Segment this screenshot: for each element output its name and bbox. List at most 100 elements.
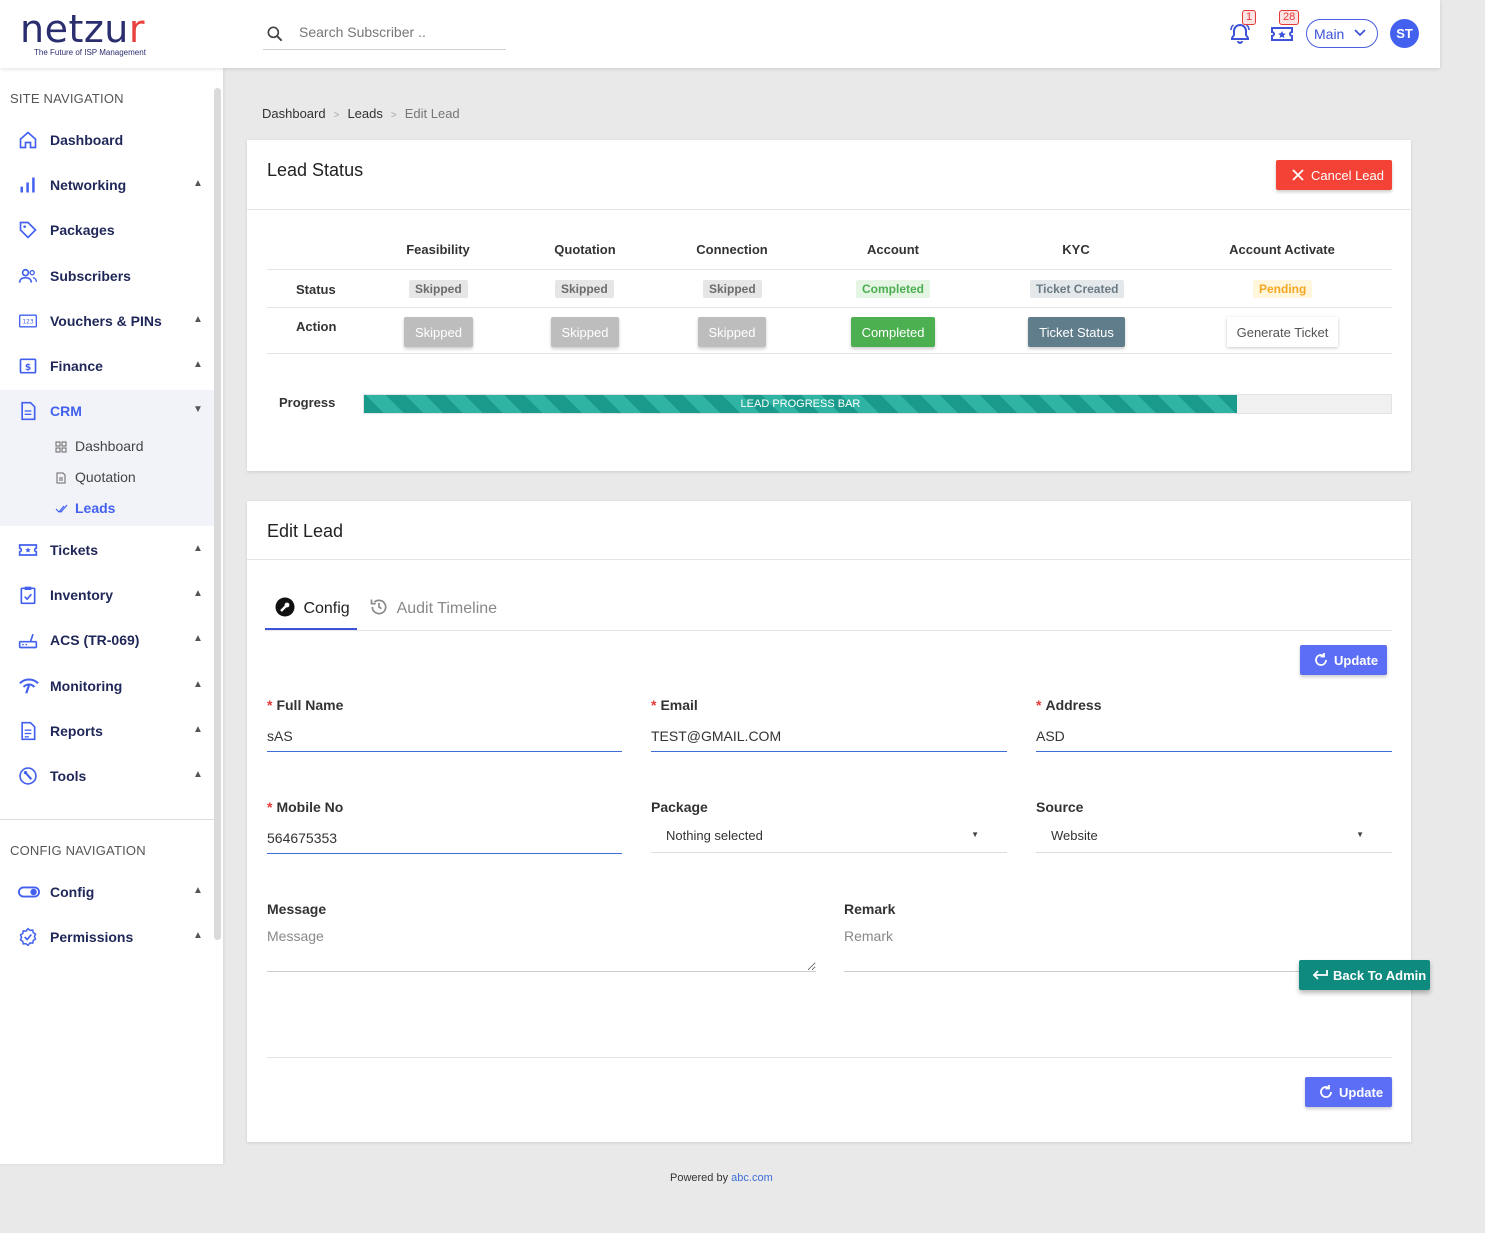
- breadcrumb-link-leads[interactable]: Leads: [347, 106, 382, 121]
- sidebar-item-crm[interactable]: CRM ▼: [0, 391, 214, 431]
- sidebar-subitem-leads[interactable]: Leads: [55, 498, 205, 522]
- breadcrumb-separator: >: [333, 110, 340, 121]
- sidebar-item-label: Tickets: [50, 542, 98, 558]
- back-to-admin-label: Back To Admin: [1333, 967, 1427, 983]
- home-icon: [18, 130, 38, 150]
- sidebar-item-acs[interactable]: ACS (TR-069) ▲: [0, 620, 214, 660]
- update-button-bottom[interactable]: Update: [1305, 1077, 1392, 1107]
- tickets-shortcut-button[interactable]: 28: [1269, 10, 1300, 49]
- ticket-status-button[interactable]: Ticket Status: [1028, 317, 1125, 347]
- source-label: Source: [1036, 799, 1084, 815]
- notification-count-badge: 1: [1242, 10, 1257, 25]
- tab-label: Config: [303, 600, 350, 617]
- sidebar-item-monitoring[interactable]: Monitoring ▲: [0, 666, 214, 706]
- message-textarea[interactable]: [267, 928, 816, 972]
- ticket-icon: [18, 540, 38, 560]
- ticket-count-badge: 28: [1279, 10, 1300, 25]
- breadcrumb-separator: >: [390, 110, 397, 121]
- site-navigation-title: SITE NAVIGATION: [10, 91, 124, 106]
- action-row-label: Action: [296, 319, 337, 334]
- column-header: Connection: [696, 242, 768, 257]
- router-icon: [18, 630, 38, 650]
- email-field[interactable]: [651, 720, 1007, 752]
- sidebar-item-tickets[interactable]: Tickets ▲: [0, 530, 214, 570]
- mobile-field[interactable]: [267, 822, 622, 854]
- status-row-label: Status: [296, 282, 336, 297]
- search-input[interactable]: [299, 24, 499, 40]
- full-name-label: * Full Name: [267, 697, 344, 713]
- brand-tagline: The Future of ISP Management: [34, 48, 146, 57]
- full-name-field[interactable]: [267, 720, 622, 752]
- wrench-icon: [275, 597, 295, 617]
- cancel-lead-button[interactable]: Cancel Lead: [1276, 160, 1392, 190]
- source-select[interactable]: Website ▼: [1036, 821, 1392, 853]
- sidebar-item-packages[interactable]: Packages: [0, 210, 214, 250]
- config-navigation-title: CONFIG NAVIGATION: [10, 843, 146, 858]
- expand-caret-icon: ▲: [193, 885, 203, 896]
- sidebar-item-networking[interactable]: Networking ▲: [0, 165, 214, 205]
- edit-lead-card: Edit Lead Config Audit Timeline Update *…: [247, 501, 1411, 1142]
- address-field[interactable]: [1036, 720, 1392, 752]
- sidebar-item-finance[interactable]: $ Finance ▲: [0, 346, 214, 386]
- expand-caret-icon: ▲: [193, 588, 203, 599]
- sidebar-item-label: Reports: [50, 723, 103, 739]
- back-to-admin-button[interactable]: Back To Admin: [1299, 960, 1430, 990]
- footer-link[interactable]: abc.com: [731, 1172, 773, 1184]
- progress-label: Progress: [279, 395, 336, 410]
- chevron-down-icon: [1354, 29, 1366, 37]
- brand-name: netzu: [20, 7, 129, 51]
- sidebar-scrollbar[interactable]: [214, 88, 221, 940]
- toggle-icon: [18, 882, 40, 902]
- status-badge-account: Completed: [856, 280, 931, 298]
- brand-logo[interactable]: netzur The Future of ISP Management: [20, 10, 146, 57]
- tag-icon: [18, 220, 38, 240]
- sidebar-divider: [0, 819, 214, 820]
- wifi-icon: [18, 676, 39, 696]
- sidebar-item-label: Permissions: [50, 929, 134, 945]
- package-select[interactable]: Nothing selected ▼: [651, 821, 1007, 853]
- quotation-skipped-button[interactable]: Skipped: [551, 317, 619, 347]
- voucher-icon: 123: [18, 311, 38, 331]
- package-selected-value: Nothing selected: [666, 828, 763, 843]
- account-completed-button[interactable]: Completed: [851, 317, 935, 347]
- feasibility-skipped-button[interactable]: Skipped: [404, 317, 473, 347]
- tools-icon: [18, 766, 38, 786]
- tab-audit-timeline[interactable]: Audit Timeline: [369, 597, 497, 618]
- sidebar-item-permissions[interactable]: Permissions ▲: [0, 917, 214, 957]
- expand-caret-icon: ▲: [193, 633, 203, 644]
- grid-icon: [55, 440, 67, 456]
- file-icon: [55, 471, 67, 487]
- dropdown-caret-icon: ▼: [971, 830, 979, 839]
- sidebar-item-vouchers-pins[interactable]: 123 Vouchers & PINs ▲: [0, 301, 214, 341]
- sidebar-item-label: Inventory: [50, 587, 114, 603]
- status-badge-quotation: Skipped: [555, 280, 614, 298]
- breadcrumb-link-dashboard[interactable]: Dashboard: [262, 106, 326, 121]
- sidebar-item-subscribers[interactable]: Subscribers: [0, 256, 214, 296]
- connection-skipped-button[interactable]: Skipped: [698, 317, 766, 347]
- sidebar-item-config[interactable]: Config ▲: [0, 872, 214, 912]
- sidebar-subitem-crm-dashboard[interactable]: Dashboard: [55, 436, 205, 460]
- dollar-icon: $: [18, 356, 38, 376]
- update-button-top[interactable]: Update: [1300, 645, 1387, 675]
- account-switcher[interactable]: Main: [1306, 19, 1378, 48]
- table-divider: [267, 307, 1392, 308]
- tab-config[interactable]: Config: [275, 597, 350, 618]
- sidebar-item-dashboard[interactable]: Dashboard: [0, 120, 214, 160]
- generate-ticket-button[interactable]: Generate Ticket: [1227, 317, 1338, 347]
- remark-label: Remark: [844, 901, 896, 917]
- sidebar-item-label: ACS (TR-069): [50, 632, 140, 648]
- sidebar-item-tools[interactable]: Tools ▲: [0, 756, 214, 796]
- document-icon: [18, 401, 38, 421]
- report-icon: [18, 721, 38, 741]
- update-label: Update: [1339, 1084, 1384, 1100]
- sidebar-subitem-quotation[interactable]: Quotation: [55, 467, 205, 491]
- sidebar-item-inventory[interactable]: Inventory ▲: [0, 575, 214, 615]
- sidebar-item-reports[interactable]: Reports ▲: [0, 711, 214, 751]
- edit-lead-tabs: Config Audit Timeline: [265, 581, 1392, 631]
- form-divider: [267, 1057, 1392, 1058]
- column-header: Quotation: [554, 242, 616, 257]
- user-avatar[interactable]: ST: [1390, 19, 1419, 48]
- notifications-button[interactable]: 1: [1228, 10, 1257, 49]
- collapse-caret-icon: ▼: [193, 404, 203, 415]
- footer: Powered by abc.com: [670, 1172, 773, 1184]
